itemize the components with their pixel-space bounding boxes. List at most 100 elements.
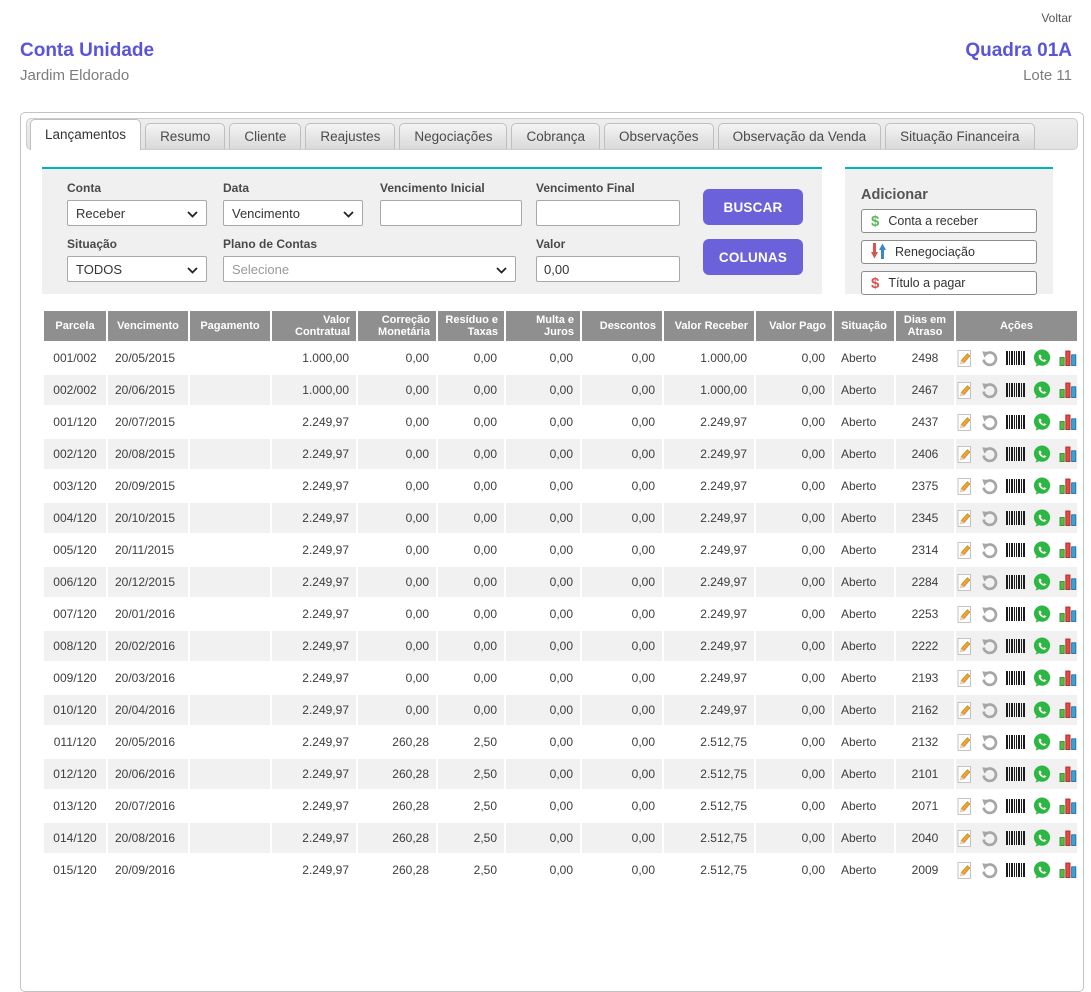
barcode-icon[interactable] <box>1006 607 1025 621</box>
undo-icon[interactable] <box>981 542 998 559</box>
whatsapp-icon[interactable] <box>1033 765 1051 783</box>
data-select[interactable]: Vencimento <box>223 200 363 226</box>
undo-icon[interactable] <box>981 510 998 527</box>
undo-icon[interactable] <box>981 606 998 623</box>
edit-icon[interactable] <box>956 510 973 527</box>
vencimento-inicial-input[interactable] <box>380 200 522 226</box>
chart-icon[interactable] <box>1059 542 1077 558</box>
whatsapp-icon[interactable] <box>1033 477 1051 495</box>
tab-reajustes[interactable]: Reajustes <box>305 123 395 149</box>
tab-observação-da-venda[interactable]: Observação da Venda <box>718 123 882 149</box>
whatsapp-icon[interactable] <box>1033 381 1051 399</box>
whatsapp-icon[interactable] <box>1033 797 1051 815</box>
undo-icon[interactable] <box>981 382 998 399</box>
conta-select[interactable]: Receber <box>67 200 207 226</box>
undo-icon[interactable] <box>981 798 998 815</box>
chart-icon[interactable] <box>1059 510 1077 526</box>
whatsapp-icon[interactable] <box>1033 637 1051 655</box>
edit-icon[interactable] <box>956 798 973 815</box>
edit-icon[interactable] <box>956 670 973 687</box>
situacao-select[interactable]: TODOS <box>67 256 207 282</box>
chart-icon[interactable] <box>1059 574 1077 590</box>
plano-de-contas-select[interactable]: Selecione <box>223 256 516 282</box>
undo-icon[interactable] <box>981 446 998 463</box>
undo-icon[interactable] <box>981 830 998 847</box>
barcode-icon[interactable] <box>1006 479 1025 493</box>
barcode-icon[interactable] <box>1006 383 1025 397</box>
whatsapp-icon[interactable] <box>1033 573 1051 591</box>
whatsapp-icon[interactable] <box>1033 829 1051 847</box>
undo-icon[interactable] <box>981 478 998 495</box>
chart-icon[interactable] <box>1059 798 1077 814</box>
chart-icon[interactable] <box>1059 350 1077 366</box>
chart-icon[interactable] <box>1059 670 1077 686</box>
add-titulo-a-pagar-button[interactable]: $ Título a pagar <box>861 271 1037 295</box>
chart-icon[interactable] <box>1059 638 1077 654</box>
barcode-icon[interactable] <box>1006 351 1025 365</box>
whatsapp-icon[interactable] <box>1033 509 1051 527</box>
barcode-icon[interactable] <box>1006 831 1025 845</box>
barcode-icon[interactable] <box>1006 799 1025 813</box>
edit-icon[interactable] <box>956 574 973 591</box>
chart-icon[interactable] <box>1059 414 1077 430</box>
barcode-icon[interactable] <box>1006 639 1025 653</box>
add-conta-a-receber-button[interactable]: $ Conta a receber <box>861 209 1037 233</box>
edit-icon[interactable] <box>956 734 973 751</box>
undo-icon[interactable] <box>981 766 998 783</box>
chart-icon[interactable] <box>1059 478 1077 494</box>
barcode-icon[interactable] <box>1006 511 1025 525</box>
whatsapp-icon[interactable] <box>1033 701 1051 719</box>
edit-icon[interactable] <box>956 350 973 367</box>
edit-icon[interactable] <box>956 702 973 719</box>
tab-resumo[interactable]: Resumo <box>145 123 225 149</box>
valor-input[interactable] <box>536 256 680 282</box>
barcode-icon[interactable] <box>1006 447 1025 461</box>
chart-icon[interactable] <box>1059 446 1077 462</box>
chart-icon[interactable] <box>1059 702 1077 718</box>
edit-icon[interactable] <box>956 606 973 623</box>
barcode-icon[interactable] <box>1006 543 1025 557</box>
barcode-icon[interactable] <box>1006 671 1025 685</box>
edit-icon[interactable] <box>956 382 973 399</box>
undo-icon[interactable] <box>981 862 998 879</box>
barcode-icon[interactable] <box>1006 863 1025 877</box>
whatsapp-icon[interactable] <box>1033 413 1051 431</box>
colunas-button[interactable]: COLUNAS <box>703 239 803 275</box>
barcode-icon[interactable] <box>1006 575 1025 589</box>
edit-icon[interactable] <box>956 414 973 431</box>
undo-icon[interactable] <box>981 574 998 591</box>
whatsapp-icon[interactable] <box>1033 349 1051 367</box>
chart-icon[interactable] <box>1059 830 1077 846</box>
edit-icon[interactable] <box>956 542 973 559</box>
undo-icon[interactable] <box>981 350 998 367</box>
tab-observações[interactable]: Observações <box>604 123 714 149</box>
edit-icon[interactable] <box>956 446 973 463</box>
whatsapp-icon[interactable] <box>1033 669 1051 687</box>
barcode-icon[interactable] <box>1006 415 1025 429</box>
barcode-icon[interactable] <box>1006 767 1025 781</box>
edit-icon[interactable] <box>956 638 973 655</box>
back-link[interactable]: Voltar <box>1041 11 1072 25</box>
edit-icon[interactable] <box>956 862 973 879</box>
barcode-icon[interactable] <box>1006 735 1025 749</box>
whatsapp-icon[interactable] <box>1033 445 1051 463</box>
tab-cobrança[interactable]: Cobrança <box>511 123 600 149</box>
edit-icon[interactable] <box>956 766 973 783</box>
whatsapp-icon[interactable] <box>1033 861 1051 879</box>
tab-situação-financeira[interactable]: Situação Financeira <box>885 123 1034 149</box>
barcode-icon[interactable] <box>1006 703 1025 717</box>
edit-icon[interactable] <box>956 830 973 847</box>
chart-icon[interactable] <box>1059 382 1077 398</box>
buscar-button[interactable]: BUSCAR <box>703 189 803 225</box>
tab-cliente[interactable]: Cliente <box>229 123 301 149</box>
vencimento-final-input[interactable] <box>536 200 680 226</box>
undo-icon[interactable] <box>981 670 998 687</box>
chart-icon[interactable] <box>1059 862 1077 878</box>
edit-icon[interactable] <box>956 478 973 495</box>
chart-icon[interactable] <box>1059 766 1077 782</box>
undo-icon[interactable] <box>981 638 998 655</box>
undo-icon[interactable] <box>981 734 998 751</box>
whatsapp-icon[interactable] <box>1033 541 1051 559</box>
chart-icon[interactable] <box>1059 606 1077 622</box>
undo-icon[interactable] <box>981 702 998 719</box>
